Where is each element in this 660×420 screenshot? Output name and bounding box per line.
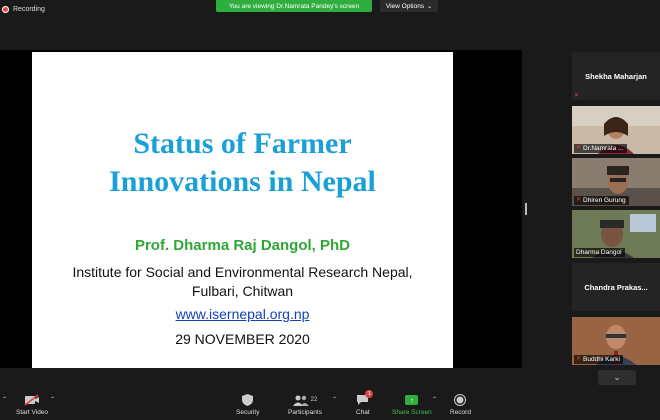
view-options-label: View Options	[385, 2, 425, 10]
chevron-down-icon: ⌄	[427, 3, 433, 10]
record-icon	[454, 393, 467, 407]
screen-share-banner: You are viewing Dr.Namrata Pandey's scre…	[216, 0, 372, 12]
participant-name: Shekha Maharjan	[585, 71, 647, 81]
participant-tile[interactable]: ✕ Dhiren Gurung	[572, 158, 660, 206]
recording-icon	[2, 6, 9, 13]
participants-icon-group: 22	[292, 393, 318, 407]
people-icon	[292, 395, 309, 406]
slide-title-line-2: Innovations in Nepal	[109, 165, 376, 198]
share-options-caret[interactable]: ⌃	[432, 396, 437, 403]
shield-icon	[242, 393, 254, 407]
chevron-down-icon: ⌄	[613, 372, 621, 382]
participant-name: Dr.Namrata ...	[583, 145, 624, 152]
security-label: Security	[236, 409, 260, 416]
recording-label: Recording	[13, 6, 45, 13]
presentation-slide: Status of Farmer Innovations in Nepal Pr…	[32, 52, 453, 368]
share-banner-text: You are viewing Dr.Namrata Pandey's scre…	[228, 2, 360, 10]
participant-tile[interactable]: Shekha Maharjan ✕	[572, 52, 660, 100]
participant-tile[interactable]: ✕ Buddhi Karki	[572, 317, 660, 365]
share-screen-label: Share Screen	[392, 409, 432, 416]
share-screen-icon: ↑	[405, 395, 419, 405]
meeting-toolbar: ⌃ Start Video ⌃ Security 22 Participants…	[0, 388, 660, 420]
mic-muted-icon: ✕	[576, 145, 582, 151]
share-screen-icon-wrap: ↑	[405, 393, 419, 407]
mic-muted-icon: ✕	[576, 197, 582, 203]
participants-count: 22	[310, 397, 318, 403]
chat-button[interactable]: 1 Chat	[356, 390, 374, 416]
participants-button[interactable]: 22 Participants	[288, 393, 322, 416]
participant-label: Dharma Dangol	[574, 248, 625, 257]
slide-institute: Institute for Social and Environmental R…	[32, 263, 453, 301]
participants-options-caret[interactable]: ⌃	[332, 396, 337, 403]
caret-up-icon[interactable]: ⌃	[2, 396, 7, 403]
record-label: Record	[450, 409, 471, 416]
slide-title: Status of Farmer Innovations in Nepal	[32, 125, 453, 201]
mic-muted-icon: ✕	[574, 93, 580, 99]
panel-resize-handle[interactable]	[525, 203, 527, 215]
start-video-label: Start Video	[16, 409, 49, 416]
view-options-button[interactable]: View Options ⌄	[380, 0, 438, 12]
slide-date: 29 NOVEMBER 2020	[175, 331, 310, 347]
share-screen-button[interactable]: ↑ Share Screen	[392, 393, 432, 416]
security-button[interactable]: Security	[236, 393, 259, 416]
chat-icon: 1	[356, 390, 374, 407]
recording-indicator: Recording	[2, 6, 45, 13]
scroll-participants-down-button[interactable]: ⌄	[598, 370, 636, 385]
record-button[interactable]: Record	[450, 393, 471, 416]
video-options-caret[interactable]: ⌃	[50, 396, 55, 403]
slide-presenter: Prof. Dharma Raj Dangol, PhD	[134, 237, 351, 254]
participants-label: Participants	[288, 409, 322, 416]
participant-name: Dhiren Gurung	[583, 197, 626, 204]
participant-name: Dharma Dangol	[576, 249, 622, 256]
institute-line-1: Institute for Social and Environmental R…	[72, 264, 413, 280]
slide-website-link[interactable]: www.isernepal.org.np	[32, 306, 453, 322]
participant-tile-active-speaker[interactable]: Dharma Dangol	[572, 210, 660, 258]
slide-title-line-1: Status of Farmer	[133, 127, 352, 160]
chat-unread-badge: 1	[365, 390, 374, 398]
participant-label: ✕ Dhiren Gurung	[574, 196, 629, 205]
start-video-button[interactable]: Start Video	[16, 393, 48, 416]
participant-label: ✕ Dr.Namrata ...	[574, 144, 627, 153]
chat-label: Chat	[356, 409, 370, 416]
participant-label: ✕ Buddhi Karki	[574, 355, 623, 364]
participant-name: Buddhi Karki	[583, 356, 620, 363]
institute-line-2: Fulbari, Chitwan	[191, 283, 294, 299]
participant-tile[interactable]: ✕ Dr.Namrata ...	[572, 106, 660, 154]
participant-name: Chandra Prakas...	[584, 282, 648, 292]
participant-tile[interactable]: Chandra Prakas...	[572, 263, 660, 311]
zoom-meeting-window: Recording You are viewing Dr.Namrata Pan…	[0, 0, 660, 420]
mic-muted-icon: ✕	[576, 356, 582, 362]
video-off-icon	[24, 393, 40, 407]
